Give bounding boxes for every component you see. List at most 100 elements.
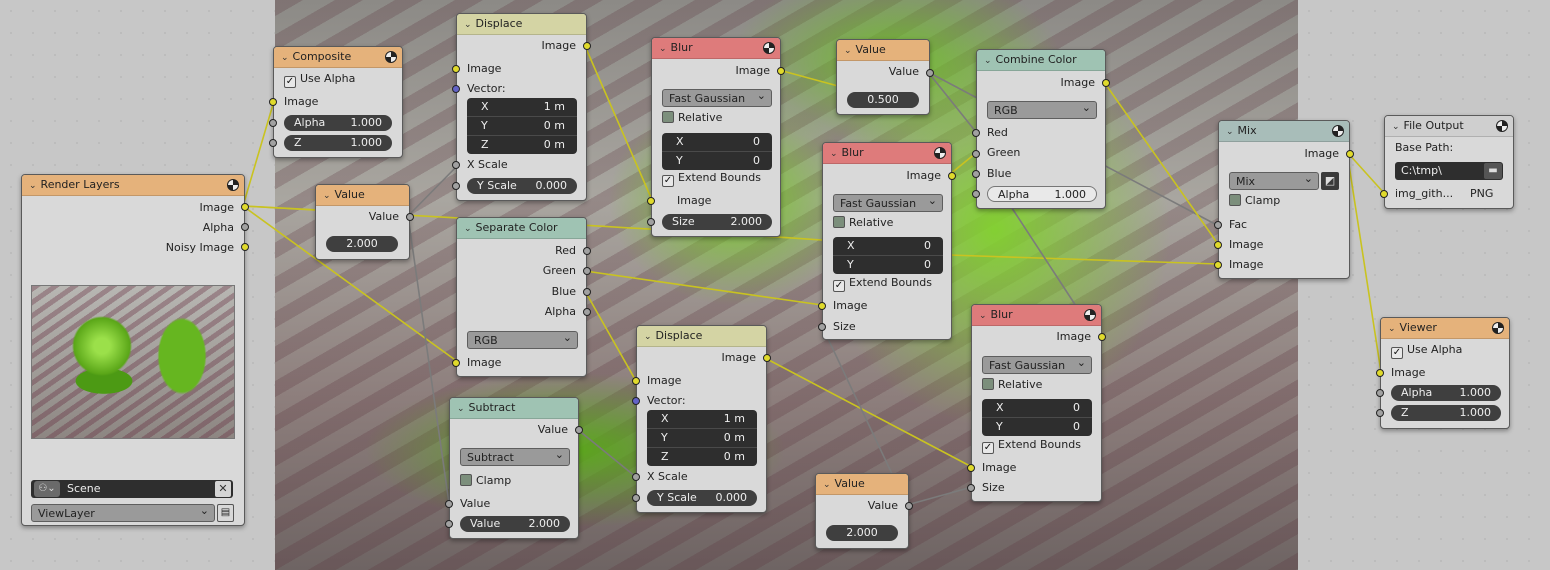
checkbox-checked-icon[interactable]: ✓ [662,175,674,187]
vector-x-field[interactable]: X 1 m [647,410,757,429]
checkbox-unchecked-icon[interactable] [460,474,472,486]
collapse-chevron-icon[interactable]: ⌄ [984,56,992,66]
input-socket[interactable] [452,65,460,73]
collapse-chevron-icon[interactable]: ⌄ [29,181,37,191]
alpha-field[interactable]: Alpha 1.000 [1391,385,1501,401]
size-xy-fields[interactable]: X0 Y0 [833,237,943,274]
node-header[interactable]: ⌄ Blur [823,143,951,164]
size-xy-fields[interactable]: X0 Y0 [662,133,772,170]
checkbox-unchecked-icon[interactable] [1229,194,1241,206]
extend-bounds-checkbox[interactable]: ✓ Extend Bounds [833,276,932,292]
composite-node[interactable]: ⌄ Composite ✓ Use Alpha Image Alpha 1.000 Z… [269,46,403,158]
node-header[interactable]: ⌄ File Output [1385,116,1513,137]
input-socket[interactable] [632,377,640,385]
collapse-chevron-icon[interactable]: ⌄ [464,224,472,234]
node-header[interactable]: ⌄ Blur [972,305,1101,326]
node-header[interactable]: ⌄ Value [816,474,908,495]
input-socket[interactable] [818,323,826,331]
node-header[interactable]: ⌄ Value [837,40,929,61]
mode-dropdown[interactable]: RGB [987,99,1097,119]
vector-y-field[interactable]: Y 0 m [647,429,757,448]
blur-node[interactable]: ⌄Blur Image Fast Gaussian Relative X0 Y0… [647,37,785,237]
y-scale-field[interactable]: Y Scale 0.000 [647,490,757,506]
vector-x-field[interactable]: X 1 m [467,98,577,117]
value-field[interactable]: 2.000 [826,525,898,541]
output-socket[interactable] [583,247,591,255]
relative-checkbox[interactable]: Relative [982,378,1042,391]
input-socket[interactable] [445,500,453,508]
output-socket[interactable] [583,288,591,296]
collapse-chevron-icon[interactable]: ⌄ [1388,324,1396,334]
extend-bounds-checkbox[interactable]: ✓ Extend Bounds [662,171,761,187]
vector-fields[interactable]: X 1 m Y 0 m Z 0 m [467,98,577,154]
z-field[interactable]: Z 1.000 [1391,405,1501,421]
node-header[interactable]: ⌄ Blur [652,38,780,59]
input-socket[interactable] [632,397,640,405]
collapse-chevron-icon[interactable]: ⌄ [830,149,838,159]
node-header[interactable]: ⌄ Displace [637,326,766,347]
checkbox-unchecked-icon[interactable] [982,378,994,390]
vector-fields[interactable]: X 1 m Y 0 m Z 0 m [647,410,757,466]
input-socket[interactable] [1214,261,1222,269]
output-socket[interactable] [926,69,934,77]
filter-type-dropdown[interactable]: Fast Gaussian [982,354,1092,374]
use-alpha-toggle-icon[interactable]: ◩ [1321,172,1339,190]
input-socket[interactable] [452,359,460,367]
combine-color-node[interactable]: ⌄Combine Color Image RGB Red Green Blue … [972,49,1110,209]
alpha-field[interactable]: Alpha 1.000 [987,186,1097,202]
input-socket[interactable] [1376,369,1384,377]
base-path-field[interactable]: C:\tmp\ ▬ [1395,162,1503,180]
mix-node[interactable]: ⌄Mix Image Mix ◩ Clamp Fac Image Image [1214,120,1354,279]
input-socket[interactable] [972,190,980,198]
collapse-chevron-icon[interactable]: ⌄ [281,53,289,63]
clamp-checkbox[interactable]: Clamp [1229,194,1280,207]
input-socket[interactable] [632,494,640,502]
input-socket[interactable] [632,473,640,481]
blur-node[interactable]: ⌄Blur Image Fast Gaussian Relative X0 Y0… [967,304,1106,502]
input-socket[interactable] [1376,389,1384,397]
input-socket[interactable] [452,85,460,93]
output-socket[interactable] [1098,333,1106,341]
collapse-chevron-icon[interactable]: ⌄ [979,311,987,321]
filter-type-dropdown[interactable]: Fast Gaussian [662,87,772,107]
output-socket[interactable] [583,42,591,50]
collapse-chevron-icon[interactable]: ⌄ [644,332,652,342]
collapse-chevron-icon[interactable]: ⌄ [659,44,667,54]
input-socket[interactable] [452,182,460,190]
output-socket[interactable] [241,223,249,231]
output-socket[interactable] [406,213,414,221]
collapse-chevron-icon[interactable]: ⌄ [457,404,465,414]
output-socket[interactable] [905,502,913,510]
render-layers-node[interactable]: ⌄ Render Layers Image Alpha Noisy Image ⚇… [21,174,249,526]
y-field[interactable]: Y0 [982,418,1092,436]
checkbox-checked-icon[interactable]: ✓ [833,280,845,292]
checkbox-unchecked-icon[interactable] [833,216,845,228]
node-header[interactable]: ⌄ Combine Color [977,50,1105,71]
z-field[interactable]: Z 1.000 [284,135,392,151]
input-socket[interactable] [972,170,980,178]
value-node[interactable]: ⌄ Value Value 2.000 [315,184,414,260]
input-socket[interactable] [1380,190,1388,198]
checkbox-checked-icon[interactable]: ✓ [284,76,296,88]
size-xy-fields[interactable]: X0 Y0 [982,399,1092,436]
blur-node[interactable]: ⌄Blur Image Fast Gaussian Relative X0 Y0… [818,142,956,340]
output-socket[interactable] [948,172,956,180]
y-field[interactable]: Y0 [662,152,772,170]
node-header[interactable]: ⌄ Composite [274,47,402,68]
value-field[interactable]: 0.500 [847,92,919,108]
output-socket[interactable] [583,308,591,316]
input-socket[interactable] [967,464,975,472]
extend-bounds-checkbox[interactable]: ✓ Extend Bounds [982,438,1081,454]
y-field[interactable]: Y0 [833,256,943,274]
collapse-chevron-icon[interactable]: ⌄ [1392,122,1400,132]
scene-selector[interactable]: ⚇⌄ Scene ✕ [31,480,233,498]
node-header[interactable]: ⌄ Displace [457,14,586,35]
input-socket[interactable] [647,218,655,226]
x-field[interactable]: X0 [982,399,1092,418]
input-socket[interactable] [967,484,975,492]
use-alpha-checkbox[interactable]: ✓ Use Alpha [284,72,355,88]
close-icon[interactable]: ✕ [215,481,231,497]
size-field[interactable]: Size 2.000 [662,214,772,230]
output-socket[interactable] [241,243,249,251]
input-socket[interactable] [647,197,655,205]
